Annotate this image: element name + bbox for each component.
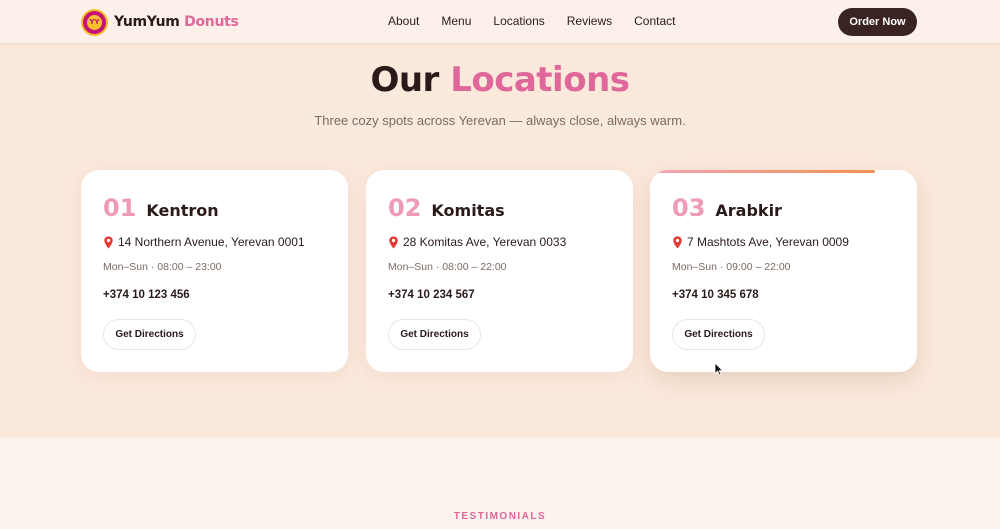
card-heading: 01 Kentron <box>103 194 219 222</box>
location-name: Arabkir <box>715 201 782 220</box>
nav-link-contact[interactable]: Contact <box>634 14 675 28</box>
card-heading: 03 Arabkir <box>672 194 782 222</box>
main-nav: About Menu Locations Reviews Contact <box>388 14 697 28</box>
location-name: Kentron <box>146 201 219 220</box>
nav-link-reviews[interactable]: Reviews <box>567 14 612 28</box>
location-number: 02 <box>388 194 422 222</box>
location-phone[interactable]: +374 10 345 678 <box>672 289 759 301</box>
section-title: Our Locations <box>0 60 1000 100</box>
location-address-text: 7 Mashtots Ave, Yerevan 0009 <box>687 235 849 249</box>
testimonials-eyebrow: TESTIMONIALS <box>453 511 547 522</box>
location-address: 28 Komitas Ave, Yerevan 0033 <box>388 235 566 249</box>
location-phone[interactable]: +374 10 123 456 <box>103 289 190 301</box>
location-name: Komitas <box>431 201 505 220</box>
mouse-cursor-icon <box>714 362 724 376</box>
location-hours: Mon–Sun · 09:00 – 22:00 <box>672 261 791 273</box>
location-address: 14 Northern Avenue, Yerevan 0001 <box>103 235 305 249</box>
location-card-arabkir: 03 Arabkir 7 Mashtots Ave, Yerevan 0009 … <box>650 170 917 372</box>
brand-name: YumYum Donuts <box>114 14 239 30</box>
location-number: 03 <box>672 194 706 222</box>
card-heading: 02 Komitas <box>388 194 505 222</box>
location-card-komitas: 02 Komitas 28 Komitas Ave, Yerevan 0033 … <box>366 170 633 372</box>
donut-logo-icon: YY <box>81 8 108 36</box>
brand-name-accent: Donuts <box>184 14 239 30</box>
location-card-kentron: 01 Kentron 14 Northern Avenue, Yerevan 0… <box>81 170 348 372</box>
location-hours: Mon–Sun · 08:00 – 22:00 <box>388 261 507 273</box>
nav-link-menu[interactable]: Menu <box>441 14 471 28</box>
location-hours: Mon–Sun · 08:00 – 23:00 <box>103 261 222 273</box>
card-hover-accent-bar <box>650 170 875 173</box>
get-directions-button[interactable]: Get Directions <box>672 319 765 350</box>
logo-text: YY <box>87 14 102 30</box>
brand-name-main: YumYum <box>114 14 180 30</box>
location-address-text: 28 Komitas Ave, Yerevan 0033 <box>403 235 567 249</box>
nav-link-locations[interactable]: Locations <box>493 14 544 28</box>
location-address-text: 14 Northern Avenue, Yerevan 0001 <box>118 235 305 249</box>
location-phone[interactable]: +374 10 234 567 <box>388 289 475 301</box>
location-address: 7 Mashtots Ave, Yerevan 0009 <box>672 235 849 249</box>
map-pin-icon <box>104 235 113 249</box>
section-title-main: Our <box>370 60 439 100</box>
nav-link-about[interactable]: About <box>388 14 419 28</box>
section-subtitle: Three cozy spots across Yerevan — always… <box>314 113 686 128</box>
site-header: YY YumYum Donuts About Menu Locations Re… <box>0 0 1000 44</box>
location-number: 01 <box>103 194 137 222</box>
map-pin-icon <box>673 235 682 249</box>
map-pin-icon <box>389 235 398 249</box>
order-now-button[interactable]: Order Now <box>838 8 917 36</box>
brand[interactable]: YY YumYum Donuts <box>81 8 239 36</box>
get-directions-button[interactable]: Get Directions <box>388 319 481 350</box>
get-directions-button[interactable]: Get Directions <box>103 319 196 350</box>
section-title-accent: Locations <box>450 60 630 100</box>
